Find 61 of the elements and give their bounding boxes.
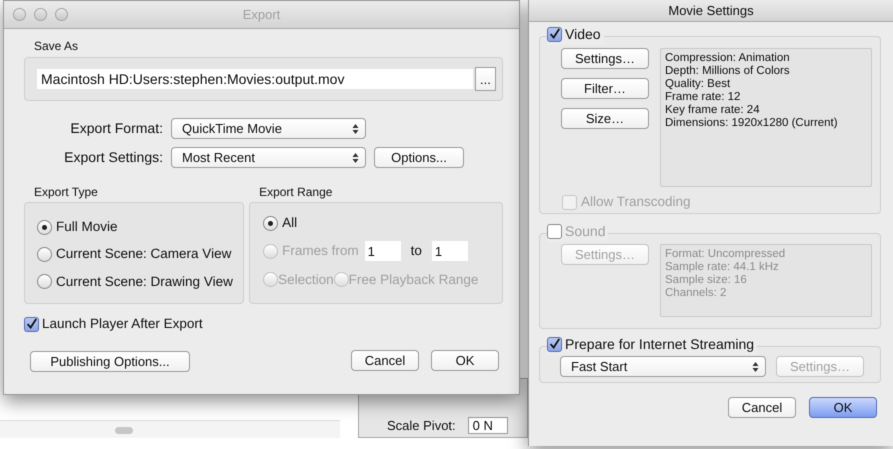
option-label: Current Scene: Camera View xyxy=(56,245,232,264)
checkbox-label: Video xyxy=(565,25,601,44)
option-label: Full Movie xyxy=(56,218,118,236)
stepper-arrows-icon xyxy=(752,360,759,372)
settings-button[interactable]: Settings… xyxy=(561,48,649,69)
window-control-icon[interactable] xyxy=(55,8,68,21)
info-line: Sample size: 16 xyxy=(665,274,748,287)
stepper-arrows-icon xyxy=(352,122,359,134)
window-title: Export xyxy=(242,6,280,24)
field-label: Export Format: xyxy=(69,119,163,138)
window-title: Movie Settings xyxy=(668,2,754,20)
field-label: Export Settings: xyxy=(63,148,163,167)
ok-button[interactable]: OK xyxy=(431,350,499,371)
info-line: Format: Uncompressed xyxy=(665,248,786,261)
checkbox[interactable] xyxy=(547,27,562,42)
cancel-button[interactable]: Cancel xyxy=(728,397,796,418)
checkbox-label: Launch Player After Export xyxy=(42,315,203,333)
value-field[interactable]: 0 N xyxy=(468,417,508,434)
checkbox[interactable] xyxy=(547,337,562,352)
field-label: to xyxy=(410,242,422,260)
window-control-icon[interactable] xyxy=(13,8,26,21)
size-button[interactable]: Size… xyxy=(561,108,649,129)
info-line: Frame rate: 12 xyxy=(665,91,742,104)
radio-button[interactable] xyxy=(37,220,52,235)
options-button[interactable]: Options... xyxy=(374,147,464,168)
dropdown[interactable]: Most Recent xyxy=(171,147,366,168)
path-field[interactable]: Macintosh HD:Users:stephen:Movies:output.mov xyxy=(37,69,473,89)
scroll-thumb[interactable] xyxy=(115,427,133,434)
info-line: Channels: 2 xyxy=(665,287,728,300)
stepper-arrows-icon xyxy=(352,152,359,164)
info-line: Sample rate: 44.1 kHz xyxy=(665,261,780,274)
radio-button[interactable] xyxy=(263,216,278,231)
option-label: Frames from xyxy=(282,242,359,260)
browse-button[interactable]: ... xyxy=(475,67,496,91)
checkbox[interactable] xyxy=(547,224,562,239)
info-line: Depth: Millions of Colors xyxy=(665,65,791,78)
checkbox-label: Sound xyxy=(565,222,606,241)
filter-button[interactable]: Filter… xyxy=(561,78,649,99)
info-line: Key frame rate: 24 xyxy=(665,104,761,117)
field-label: Scale Pivot: xyxy=(387,418,456,433)
checkbox-label: Prepare for Internet Streaming xyxy=(565,335,754,354)
section-label: Save As xyxy=(34,38,80,55)
info-line: Compression: Animation xyxy=(665,52,791,65)
radio-button[interactable] xyxy=(37,246,52,262)
cancel-button[interactable]: Cancel xyxy=(351,350,419,371)
radio-button[interactable] xyxy=(37,274,52,290)
checkbox-label: Allow Transcoding xyxy=(581,193,691,211)
section-label: Export Type xyxy=(34,184,99,201)
ok-button[interactable]: OK xyxy=(809,397,877,418)
section-label: Export Range xyxy=(259,184,334,201)
option-label: All xyxy=(282,214,298,232)
option-label: Selection xyxy=(278,270,334,288)
window-control-icon[interactable] xyxy=(34,8,47,21)
option-label: Current Scene: Drawing View xyxy=(56,272,233,291)
option-label: Free Playback Range xyxy=(348,270,478,289)
info-line: Dimensions: 1920x1280 (Current) xyxy=(665,117,839,130)
dropdown[interactable]: QuickTime Movie xyxy=(171,118,366,139)
info-line: Quality: Best xyxy=(665,78,732,91)
publishing-options-button[interactable]: Publishing Options... xyxy=(30,351,190,372)
dropdown[interactable]: Fast Start xyxy=(560,356,766,377)
checkbox[interactable] xyxy=(24,316,39,332)
